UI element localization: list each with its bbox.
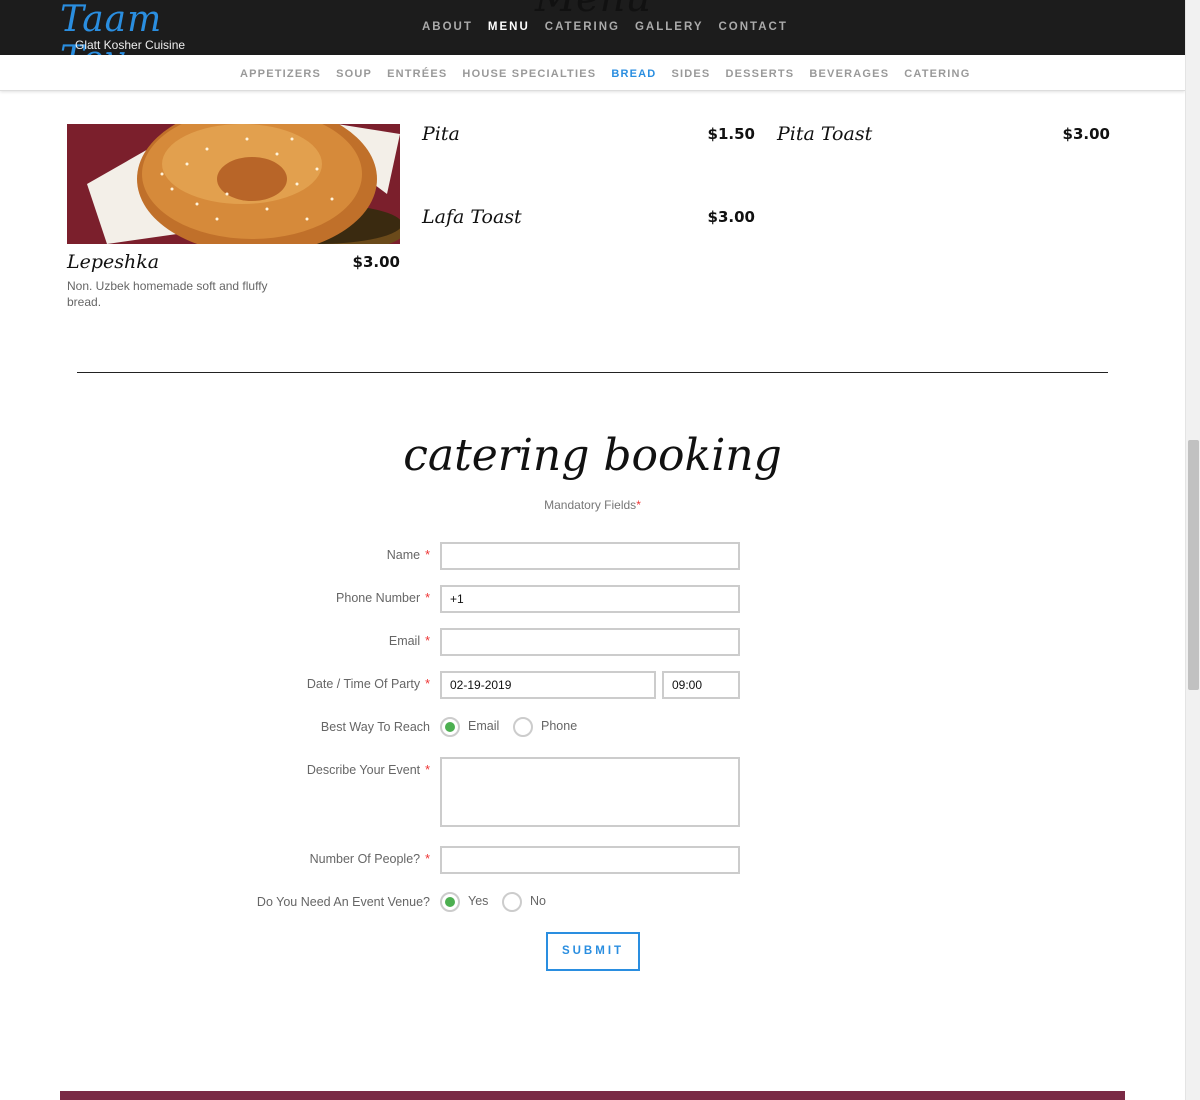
logo-subtitle: Glatt Kosher Cuisine — [75, 38, 186, 52]
reach-phone-radio[interactable] — [513, 717, 533, 737]
category-catering[interactable]: CATERING — [904, 68, 970, 80]
menu-item-price-pita-toast: $3.00 — [1062, 125, 1110, 143]
category-soup[interactable]: SOUP — [336, 68, 372, 80]
category-desserts[interactable]: DESSERTS — [725, 68, 794, 80]
section-divider — [77, 372, 1108, 373]
date-time-label: Date / Time Of Party * — [306, 677, 430, 691]
reach-phone-label: Phone — [541, 719, 578, 733]
category-bread[interactable]: BREAD — [611, 68, 656, 80]
name-input[interactable] — [440, 542, 740, 570]
email-input[interactable] — [440, 628, 740, 656]
menu-item-description-lepeshka: Non. Uzbek homemade soft and fluffy brea… — [67, 279, 268, 309]
nav-about[interactable]: ABOUT — [422, 21, 473, 33]
page-scrollbar[interactable] — [1185, 0, 1200, 1100]
lepeshka-photo — [67, 124, 400, 244]
site-logo[interactable]: Taam Tov Glatt Kosher Cuisine — [60, 0, 210, 80]
submit-button[interactable]: SUBMIT — [546, 932, 640, 971]
email-label: Email * — [388, 634, 430, 648]
best-way-label: Best Way To Reach — [320, 720, 430, 734]
venue-label: Do You Need An Event Venue? — [256, 895, 430, 909]
top-header: Taam Tov Glatt Kosher Cuisine Menu ABOUT… — [0, 0, 1185, 80]
event-label: Describe Your Event * — [306, 763, 430, 777]
nav-contact[interactable]: CONTACT — [719, 21, 788, 33]
booking-title: catering booking — [403, 430, 782, 481]
party-time-input[interactable] — [662, 671, 740, 699]
category-sides[interactable]: SIDES — [671, 68, 710, 80]
venue-yes-label: Yes — [468, 894, 489, 908]
people-label: Number Of People? * — [309, 852, 430, 866]
venue-no-label: No — [530, 894, 546, 908]
footer-banner-image — [60, 1091, 1125, 1100]
menu-item-name-pita-toast: Pita Toast — [777, 123, 873, 145]
mandatory-note: Mandatory Fields* — [544, 498, 641, 512]
phone-input[interactable] — [440, 585, 740, 613]
nav-gallery[interactable]: GALLERY — [635, 21, 704, 33]
event-description-textarea[interactable] — [440, 757, 740, 827]
menu-item-price-lafa-toast: $3.00 — [707, 208, 755, 226]
menu-item-name-pita: Pita — [422, 123, 460, 145]
category-beverages[interactable]: BEVERAGES — [809, 68, 889, 80]
nav-menu[interactable]: MENU — [488, 21, 530, 33]
category-house-specialties[interactable]: HOUSE SPECIALTIES — [462, 68, 596, 80]
name-label: Name * — [386, 548, 430, 562]
category-appetizers[interactable]: APPETIZERS — [240, 68, 321, 80]
venue-yes-radio[interactable] — [440, 892, 460, 912]
nav-catering[interactable]: CATERING — [545, 21, 620, 33]
reach-email-radio[interactable] — [440, 717, 460, 737]
menu-item-name-lafa-toast: Lafa Toast — [422, 206, 522, 228]
menu-section-heading: Menu — [535, 0, 651, 22]
menu-category-nav: APPETIZERS SOUP ENTRÉES HOUSE SPECIALTIE… — [0, 55, 1185, 91]
venue-no-radio[interactable] — [502, 892, 522, 912]
menu-item-name-lepeshka: Lepeshka — [67, 251, 160, 273]
main-nav: ABOUT MENU CATERING GALLERY CONTACT — [422, 21, 788, 33]
menu-item-price-pita: $1.50 — [707, 125, 755, 143]
people-count-input[interactable] — [440, 846, 740, 874]
reach-email-label: Email — [468, 719, 500, 733]
party-date-input[interactable] — [440, 671, 656, 699]
scrollbar-thumb[interactable] — [1188, 440, 1199, 690]
phone-label: Phone Number * — [336, 591, 430, 605]
menu-item-price-lepeshka: $3.00 — [352, 253, 400, 271]
category-entrees[interactable]: ENTRÉES — [387, 68, 447, 80]
